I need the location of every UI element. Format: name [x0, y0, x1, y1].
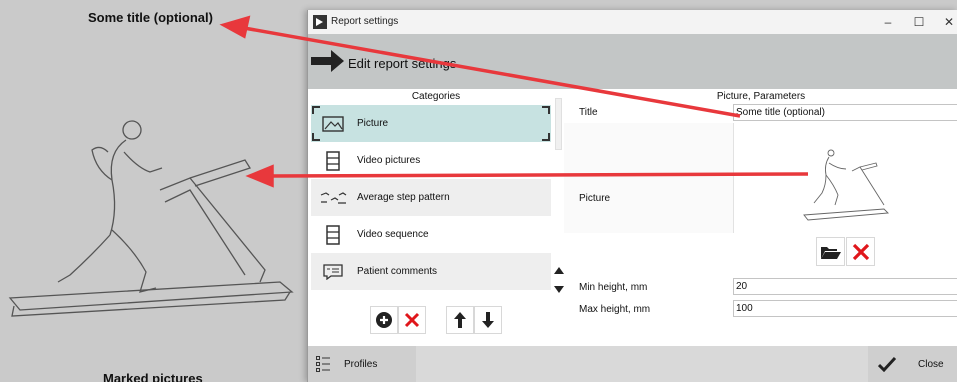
checkmark-icon	[878, 356, 896, 372]
arrow-up-icon	[454, 312, 466, 328]
remove-category-button[interactable]	[398, 306, 426, 334]
max-height-input[interactable]	[733, 300, 957, 317]
add-category-button[interactable]	[370, 306, 398, 334]
comment-card-icon	[311, 263, 355, 280]
chart-icon	[311, 304, 355, 306]
list-icon	[316, 356, 330, 372]
delete-x-icon	[852, 243, 869, 260]
category-label: Patient comments	[357, 266, 438, 277]
category-label: Average step pattern	[357, 192, 450, 203]
app-logo-icon	[313, 15, 327, 29]
preview-title: Some title (optional)	[88, 10, 213, 25]
move-down-button[interactable]	[474, 306, 502, 334]
scroll-down-icon[interactable]	[553, 285, 565, 295]
category-label: Picture	[357, 118, 389, 129]
profiles-button[interactable]: Profiles	[308, 346, 416, 382]
delete-x-icon	[404, 312, 420, 328]
preview-caption: Marked pictures	[103, 371, 203, 382]
treadmill-sketch-image	[8, 120, 294, 317]
category-item-average-step-pattern[interactable]: Average step pattern	[311, 179, 551, 216]
category-item-video-sequence[interactable]: Video sequence	[311, 216, 551, 253]
report-settings-dialog: Report settings – ☐ ✕ Edit report settin…	[307, 10, 957, 382]
categories-scrollbar[interactable]	[555, 98, 562, 150]
category-item-video-pictures[interactable]: Video pictures	[311, 142, 551, 179]
treadmill-thumbnail-image	[803, 149, 890, 221]
picture-icon	[311, 115, 355, 132]
move-up-button[interactable]	[446, 306, 474, 334]
title-bar[interactable]: Report settings – ☐ ✕	[308, 10, 957, 34]
category-item-patient-comments[interactable]: Patient comments	[311, 253, 551, 290]
close-button[interactable]: Close	[868, 346, 957, 382]
step-pattern-icon	[311, 191, 355, 205]
plus-circle-icon	[376, 312, 392, 328]
parameters-header: Picture, Parameters	[716, 91, 806, 102]
remove-picture-button[interactable]	[846, 237, 875, 266]
category-label: Video sequence	[357, 229, 429, 240]
category-item-picture[interactable]: Picture	[311, 105, 551, 142]
picture-label-area	[564, 123, 733, 233]
arrow-down-icon	[482, 312, 494, 328]
folder-open-icon	[820, 246, 841, 259]
scroll-up-icon[interactable]	[553, 265, 565, 275]
maximize-button[interactable]: ☐	[906, 13, 932, 31]
dialog-header: Edit report settings	[308, 34, 957, 89]
category-label: Video pictures	[357, 155, 421, 166]
category-item-partial[interactable]	[311, 290, 551, 305]
categories-toolbar	[308, 306, 564, 344]
picture-label: Picture	[579, 193, 611, 204]
film-icon	[311, 150, 355, 171]
profiles-label: Profiles	[344, 358, 378, 370]
max-height-label: Max height, mm	[579, 304, 651, 315]
title-input[interactable]	[733, 104, 957, 121]
window-title: Report settings	[331, 16, 399, 27]
header-title: Edit report settings	[348, 56, 457, 71]
open-picture-button[interactable]	[816, 237, 845, 266]
arrow-right-icon	[311, 50, 344, 72]
picture-preview	[733, 123, 957, 233]
film-icon	[311, 224, 355, 245]
min-height-label: Min height, mm	[579, 282, 648, 293]
close-window-button[interactable]: ✕	[936, 13, 957, 31]
close-label: Close	[918, 358, 944, 370]
dialog-footer: Profiles Close	[308, 346, 957, 382]
categories-header: Categories	[411, 91, 461, 102]
min-height-input[interactable]	[733, 278, 957, 295]
title-label: Title	[579, 107, 598, 118]
categories-list: Picture Video pictures Average step patt…	[311, 105, 551, 305]
minimize-button[interactable]: –	[875, 13, 901, 31]
